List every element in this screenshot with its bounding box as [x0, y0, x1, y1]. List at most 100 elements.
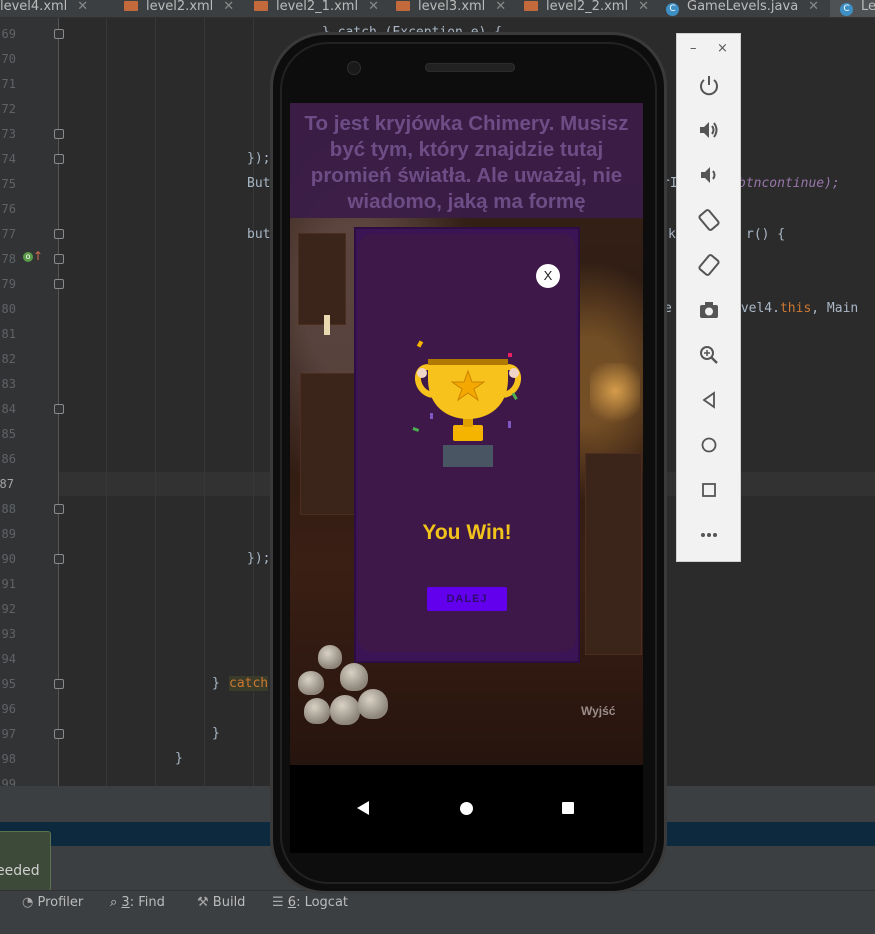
- code-line-75-right[interactable]: btncontinue);: [738, 176, 840, 191]
- java-class-icon: C: [666, 3, 679, 16]
- volume-up-icon[interactable]: [696, 117, 722, 143]
- close-tab-icon[interactable]: ✕: [808, 0, 819, 14]
- editor-tab-bar: level4.xml ✕ level2.xml ✕ level2_1.xml ✕ le…: [0, 0, 875, 18]
- chair: [585, 453, 642, 655]
- override-arrow-icon[interactable]: ↑: [33, 249, 43, 263]
- app-screen[interactable]: To jest kryjówka Chimery. Musisz być tym…: [290, 103, 643, 765]
- indent-guide: [204, 18, 205, 786]
- nav-home-icon[interactable]: [460, 802, 473, 815]
- line-number: 86: [1, 452, 16, 466]
- continue-button[interactable]: DALEJ: [427, 587, 507, 611]
- code-line-98[interactable]: }: [175, 751, 183, 766]
- close-tab-icon[interactable]: ✕: [495, 0, 506, 14]
- line-number: 75: [1, 177, 16, 191]
- fold-marker[interactable]: [54, 254, 64, 264]
- overview-icon[interactable]: [696, 477, 722, 503]
- indent-guide: [155, 18, 156, 786]
- volume-down-icon[interactable]: [696, 162, 722, 188]
- build-notification[interactable]: eeded: [0, 831, 51, 891]
- tab-level4-xml[interactable]: level4.xml ✕: [0, 0, 88, 17]
- line-number: 93: [1, 627, 16, 641]
- fold-marker[interactable]: [54, 129, 64, 139]
- code-line-97[interactable]: }: [212, 726, 220, 741]
- xml-file-icon: [254, 1, 268, 11]
- close-emulator-button[interactable]: ×: [717, 41, 728, 56]
- tool-logcat[interactable]: ☰ 6: Logcat: [272, 895, 348, 910]
- close-tab-icon[interactable]: ✕: [638, 0, 649, 14]
- line-number: 74: [1, 152, 16, 166]
- close-tab-icon[interactable]: ✕: [77, 0, 88, 14]
- code-line-75-left[interactable]: But: [247, 176, 270, 191]
- fold-marker[interactable]: [54, 229, 64, 239]
- xml-file-icon: [124, 1, 138, 11]
- fold-marker[interactable]: [54, 404, 64, 414]
- power-icon[interactable]: [696, 72, 722, 98]
- fold-marker[interactable]: [54, 154, 64, 164]
- tab-active-java[interactable]: C Le: [830, 0, 875, 17]
- skull-decoration: [340, 663, 368, 691]
- result-text: You Win!: [422, 521, 512, 544]
- line-number: 73: [1, 127, 16, 141]
- code-line-74[interactable]: });: [247, 151, 270, 166]
- nav-back-icon[interactable]: [357, 801, 369, 815]
- bookshelf: [298, 233, 346, 325]
- fold-marker[interactable]: [54, 29, 64, 39]
- fold-marker[interactable]: [54, 554, 64, 564]
- home-icon[interactable]: [696, 432, 722, 458]
- fold-marker[interactable]: [54, 679, 64, 689]
- mnemonic: 3: [121, 895, 130, 910]
- tool-label: : Logcat: [296, 895, 349, 910]
- skull-decoration: [330, 695, 360, 725]
- tab-level2-xml[interactable]: level2.xml ✕: [124, 0, 234, 17]
- tab-level2-1-xml[interactable]: level2_1.xml ✕: [254, 0, 379, 17]
- line-number: 77: [1, 227, 16, 241]
- android-nav-bar: [290, 765, 643, 853]
- nav-overview-icon[interactable]: [562, 802, 574, 814]
- code-line-77-right[interactable]: r() {: [746, 227, 785, 242]
- line-number: 71: [1, 77, 16, 91]
- rotate-left-icon[interactable]: [696, 207, 722, 233]
- camera-icon[interactable]: [696, 297, 722, 323]
- front-camera: [347, 61, 361, 75]
- back-icon[interactable]: [696, 387, 722, 413]
- line-number: 88: [1, 502, 16, 516]
- code-line-90[interactable]: });: [247, 551, 270, 566]
- code-line-95-catch[interactable]: catch: [229, 676, 269, 691]
- tab-level3-xml[interactable]: level3.xml ✕: [396, 0, 506, 17]
- exit-button[interactable]: Wyjść: [581, 704, 615, 718]
- search-icon: ⌕: [110, 895, 118, 910]
- line-number: 83: [1, 377, 16, 391]
- close-tab-icon[interactable]: ✕: [368, 0, 379, 14]
- fold-marker[interactable]: [54, 729, 64, 739]
- line-number: 79: [1, 277, 16, 291]
- tool-label: : Find: [129, 895, 165, 910]
- tab-gamelevels-java[interactable]: C GameLevels.java ✕: [666, 0, 819, 17]
- tool-profiler[interactable]: ◔ Profiler: [22, 895, 83, 910]
- xml-file-icon: [396, 1, 410, 11]
- story-banner: To jest kryjówka Chimery. Musisz być tym…: [290, 103, 643, 218]
- close-dialog-button[interactable]: X: [536, 264, 560, 288]
- close-tab-icon[interactable]: ✕: [223, 0, 234, 14]
- tab-level2-2-xml[interactable]: level2_2.xml ✕: [524, 0, 649, 17]
- code-line-95-brace[interactable]: }: [212, 676, 220, 691]
- fold-marker[interactable]: [54, 279, 64, 289]
- zoom-icon[interactable]: [696, 342, 722, 368]
- minimize-button[interactable]: –: [690, 41, 697, 56]
- skull-decoration: [318, 645, 342, 669]
- candelabra: [590, 363, 640, 433]
- line-number: 90: [1, 552, 16, 566]
- skull-decoration: [304, 698, 330, 724]
- line-number: 84: [1, 402, 16, 416]
- rotate-right-icon[interactable]: [696, 252, 722, 278]
- override-icon[interactable]: o: [23, 252, 33, 262]
- tool-find[interactable]: ⌕ 3: Find: [110, 895, 165, 910]
- fold-marker[interactable]: [54, 504, 64, 514]
- more-icon[interactable]: [696, 522, 722, 548]
- code-line-77-left[interactable]: but: [247, 227, 270, 242]
- line-number: 96: [1, 702, 16, 716]
- tool-build[interactable]: ⚒ Build: [197, 895, 245, 910]
- code-line-77-mid[interactable]: k: [668, 227, 676, 242]
- notification-text: eeded: [0, 863, 40, 879]
- code-keyword: this: [779, 301, 812, 316]
- code-line-80-right[interactable]: evel4.this, Main: [733, 301, 858, 316]
